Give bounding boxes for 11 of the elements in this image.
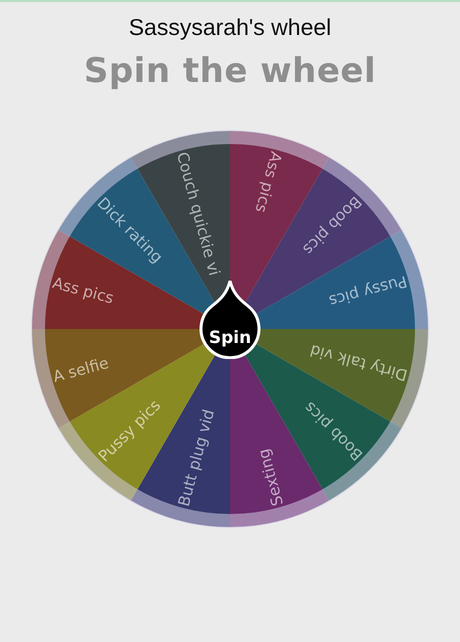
- segment-label: Couch quickie vi: [172, 150, 224, 278]
- segment-label: Dirty talk vid: [308, 340, 410, 384]
- segment-label: Ass pics: [252, 150, 286, 215]
- segment-label: Pussy pics: [327, 272, 409, 310]
- wheel-title: Sassysarah's wheel: [128, 14, 332, 41]
- spin-button[interactable]: Spin: [199, 279, 261, 359]
- segment-label: A selfie: [51, 354, 111, 386]
- page-heading: Spin the wheel: [84, 51, 376, 91]
- segment-label: Butt plug vid: [174, 408, 218, 508]
- segment-label: Sexting: [254, 446, 288, 508]
- segment-label: Ass pics: [50, 274, 116, 308]
